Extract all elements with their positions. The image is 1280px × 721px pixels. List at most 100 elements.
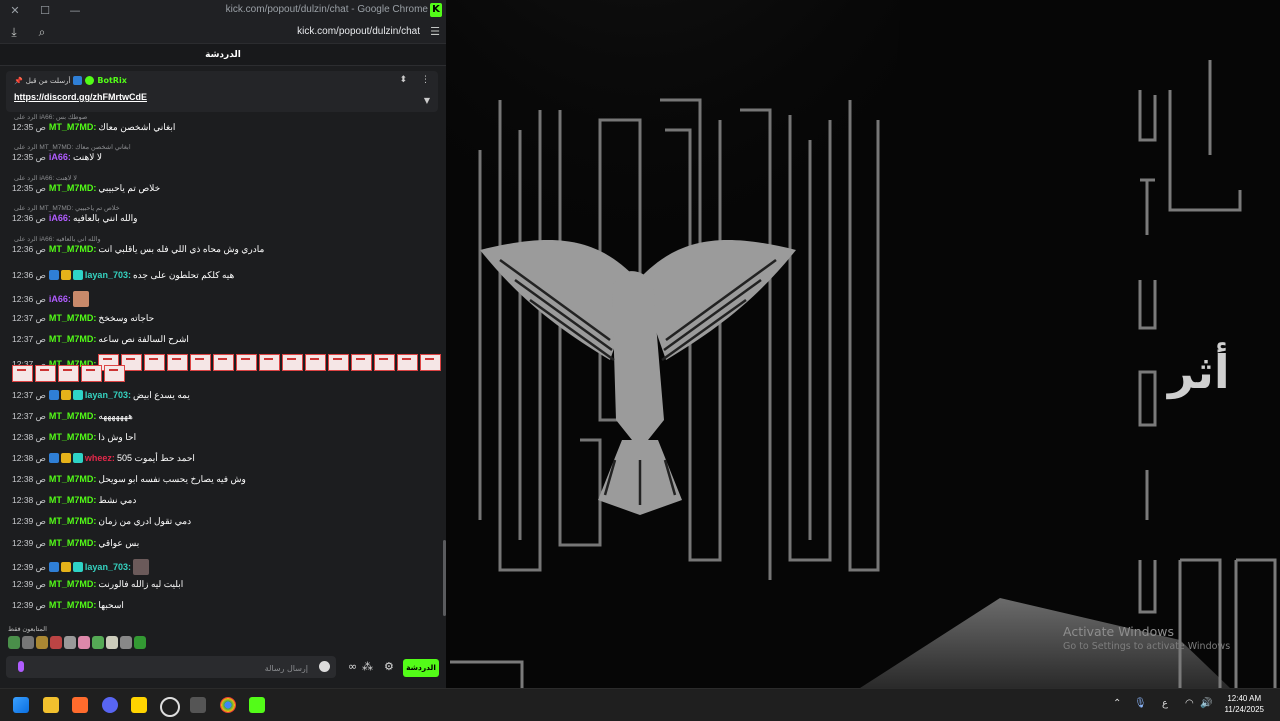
obs-icon[interactable] [160, 697, 180, 717]
message-username[interactable]: iA66: [49, 213, 71, 223]
close-icon[interactable]: ✕ [0, 0, 30, 21]
emote-item[interactable] [106, 636, 118, 649]
emote-item[interactable] [22, 636, 34, 649]
chat-message[interactable]: 12:35 ص iA66: لا لاهنت [12, 152, 434, 163]
chat-message[interactable]: 12:35 ص MT_M7MD: ابغاني اشخصن معاك [12, 122, 434, 133]
chat-message[interactable]: 12:37 ص MT_M7MD: هههههههه [12, 411, 434, 422]
user-badge-icon [72, 453, 83, 463]
message-username[interactable]: MT_M7MD: [49, 244, 97, 254]
message-username[interactable]: MT_M7MD: [49, 334, 97, 344]
pinned-link[interactable]: https://discord.gg/zhFMrtwCdE [14, 92, 147, 102]
gear-icon[interactable]: ⚙ [384, 660, 394, 673]
message-timestamp: 12:38 ص [12, 495, 46, 505]
chat-input-box[interactable] [6, 656, 336, 678]
chat-message[interactable]: 12:37 ص MT_M7MD: حاجاته وسخخخ [12, 313, 434, 324]
app-icon[interactable] [72, 697, 88, 713]
message-username[interactable]: layan_703: [85, 562, 131, 572]
message-username[interactable]: MT_M7MD: [49, 474, 97, 484]
chat-message[interactable]: 12:39 ص MT_M7MD: ابليت ليه زالله فالورنت [12, 579, 434, 590]
zoom-icon[interactable]: ⌕ [28, 25, 56, 40]
chat-message[interactable]: 12:39 ص layan_703: [12, 559, 434, 575]
infinity-icon[interactable]: ∞ [348, 660, 357, 673]
chat-input[interactable] [36, 659, 310, 677]
chat-message[interactable]: 12:38 ص MT_M7MD: احا وش ذا [12, 432, 434, 443]
unpin-icon[interactable]: ⬍ [399, 75, 407, 85]
emote-item[interactable] [8, 636, 20, 649]
download-icon[interactable]: ⤓ [0, 25, 28, 40]
chat-message[interactable]: 12:38 ص wheez: احمد حط أيموت 505 [12, 453, 434, 464]
chat-message[interactable]: 12:35 ص MT_M7MD: خلاص تم ياحبيبي [12, 183, 434, 194]
chat-message[interactable]: 12:38 ص MT_M7MD: وش فيه يصارخ يحسب نفسه اب… [12, 474, 434, 485]
clock[interactable]: 12:40 AM 11/24/2025 [1225, 693, 1264, 715]
message-username[interactable]: MT_M7MD: [49, 432, 97, 442]
send-chat-button[interactable]: الدردشة [403, 659, 439, 677]
chat-message[interactable]: 12:38 ص MT_M7MD: دمي نشط [12, 495, 434, 506]
chat-message[interactable]: 12:37 ص layan_703: يمه يسدع ابيض [12, 390, 434, 401]
windows-start-icon[interactable] [13, 697, 29, 713]
chat-message[interactable]: 12:36 ص iA66: والله انني بالعافيه [12, 213, 434, 224]
more-options-icon[interactable]: ⋮ [421, 75, 430, 85]
discord-icon[interactable] [102, 697, 118, 713]
chat-message[interactable]: 12:36 ص MT_M7MD: مادري وش محاه ذي اللي فله… [12, 244, 434, 255]
wifi-icon[interactable]: ◠ [1185, 698, 1194, 709]
emote-item[interactable] [64, 636, 76, 649]
chevron-up-icon[interactable]: ⌃ [1113, 698, 1121, 709]
microphone-tray-icon[interactable]: 🎙 [1134, 698, 1147, 709]
message-text: اسحبها [98, 600, 124, 610]
message-username[interactable]: MT_M7MD: [49, 600, 97, 610]
maximize-icon[interactable]: ☐ [30, 0, 60, 21]
message-username[interactable]: MT_M7MD: [49, 538, 97, 548]
chrome-icon[interactable] [220, 697, 236, 713]
emote-item[interactable] [134, 636, 146, 649]
message-username[interactable]: layan_703: [85, 390, 131, 400]
kick-app-icon[interactable] [249, 697, 265, 713]
chat-message[interactable]: 12:39 ص MT_M7MD: بس عواقي [12, 538, 434, 549]
reply-context[interactable]: الرد على iA66: والله اني بالعافيه [14, 235, 101, 243]
verified-icon [85, 76, 95, 85]
emote-item[interactable] [36, 636, 48, 649]
user-badge-icon [48, 390, 59, 400]
language-indicator[interactable]: ع [1162, 698, 1168, 709]
emote-icon [132, 559, 149, 575]
chat-message[interactable]: 12:39 ص MT_M7MD: دمي تقول ادري من زمان [12, 516, 434, 527]
emote-item[interactable] [50, 636, 62, 649]
message-username[interactable]: MT_M7MD: [49, 411, 97, 421]
microphone-icon[interactable] [18, 661, 24, 672]
message-username[interactable]: MT_M7MD: [49, 579, 97, 589]
reply-context[interactable]: الرد على iA66: صوطك بس [14, 114, 87, 121]
reply-context[interactable]: الرد على MT_M7MD: خلاص تم ياحبيبي [14, 204, 120, 212]
chat-message[interactable]: 12:36 ص iA66: [12, 291, 434, 307]
url-text[interactable]: kick.com/popout/dulzin/chat [297, 26, 420, 37]
reply-context[interactable]: الرد على MT_M7MD: ابغاني اشخصن معاك [14, 143, 131, 151]
emote-item[interactable] [120, 636, 132, 649]
pinned-message[interactable]: 📌 أرسلت من قبل BotRix https://discord.gg… [6, 71, 438, 112]
pinned-bot-name[interactable]: BotRix [97, 76, 126, 85]
user-badge-icon [72, 562, 83, 572]
emoji-icon[interactable] [319, 661, 330, 672]
message-username[interactable]: MT_M7MD: [49, 313, 97, 323]
file-explorer-icon[interactable] [43, 697, 59, 713]
message-timestamp: 12:37 ص [12, 313, 46, 323]
chevron-down-icon[interactable]: ▼ [424, 96, 430, 105]
emote-item[interactable] [92, 636, 104, 649]
message-username[interactable]: iA66: [49, 152, 71, 162]
message-username[interactable]: MT_M7MD: [49, 495, 97, 505]
message-username[interactable]: MT_M7MD: [49, 183, 97, 193]
message-username[interactable]: MT_M7MD: [49, 516, 97, 526]
message-username[interactable]: MT_M7MD: [49, 122, 97, 132]
message-username[interactable]: layan_703: [85, 270, 131, 280]
volume-icon[interactable]: 🔊 [1200, 698, 1212, 709]
app-icon[interactable] [190, 697, 206, 713]
minimize-icon[interactable]: — [60, 0, 90, 21]
message-username[interactable]: wheez: [85, 453, 115, 463]
site-settings-icon[interactable]: ☰ [430, 25, 440, 38]
chat-message[interactable]: 12:36 ص layan_703: هيه كلكم تحلطون على جده [12, 270, 434, 281]
chat-scrollbar[interactable] [443, 540, 446, 616]
chat-message[interactable]: 12:37 ص MT_M7MD: اشرح السالفة نص ساعه [12, 334, 434, 345]
chat-message[interactable]: 12:39 ص MT_M7MD: اسحبها [12, 600, 434, 611]
app-icon[interactable] [131, 697, 147, 713]
users-icon[interactable]: ⁂ [362, 660, 373, 673]
message-username[interactable]: iA66: [49, 294, 71, 304]
emote-item[interactable] [78, 636, 90, 649]
reply-context[interactable]: الرد على iA66: لا لاهنت [14, 174, 77, 182]
